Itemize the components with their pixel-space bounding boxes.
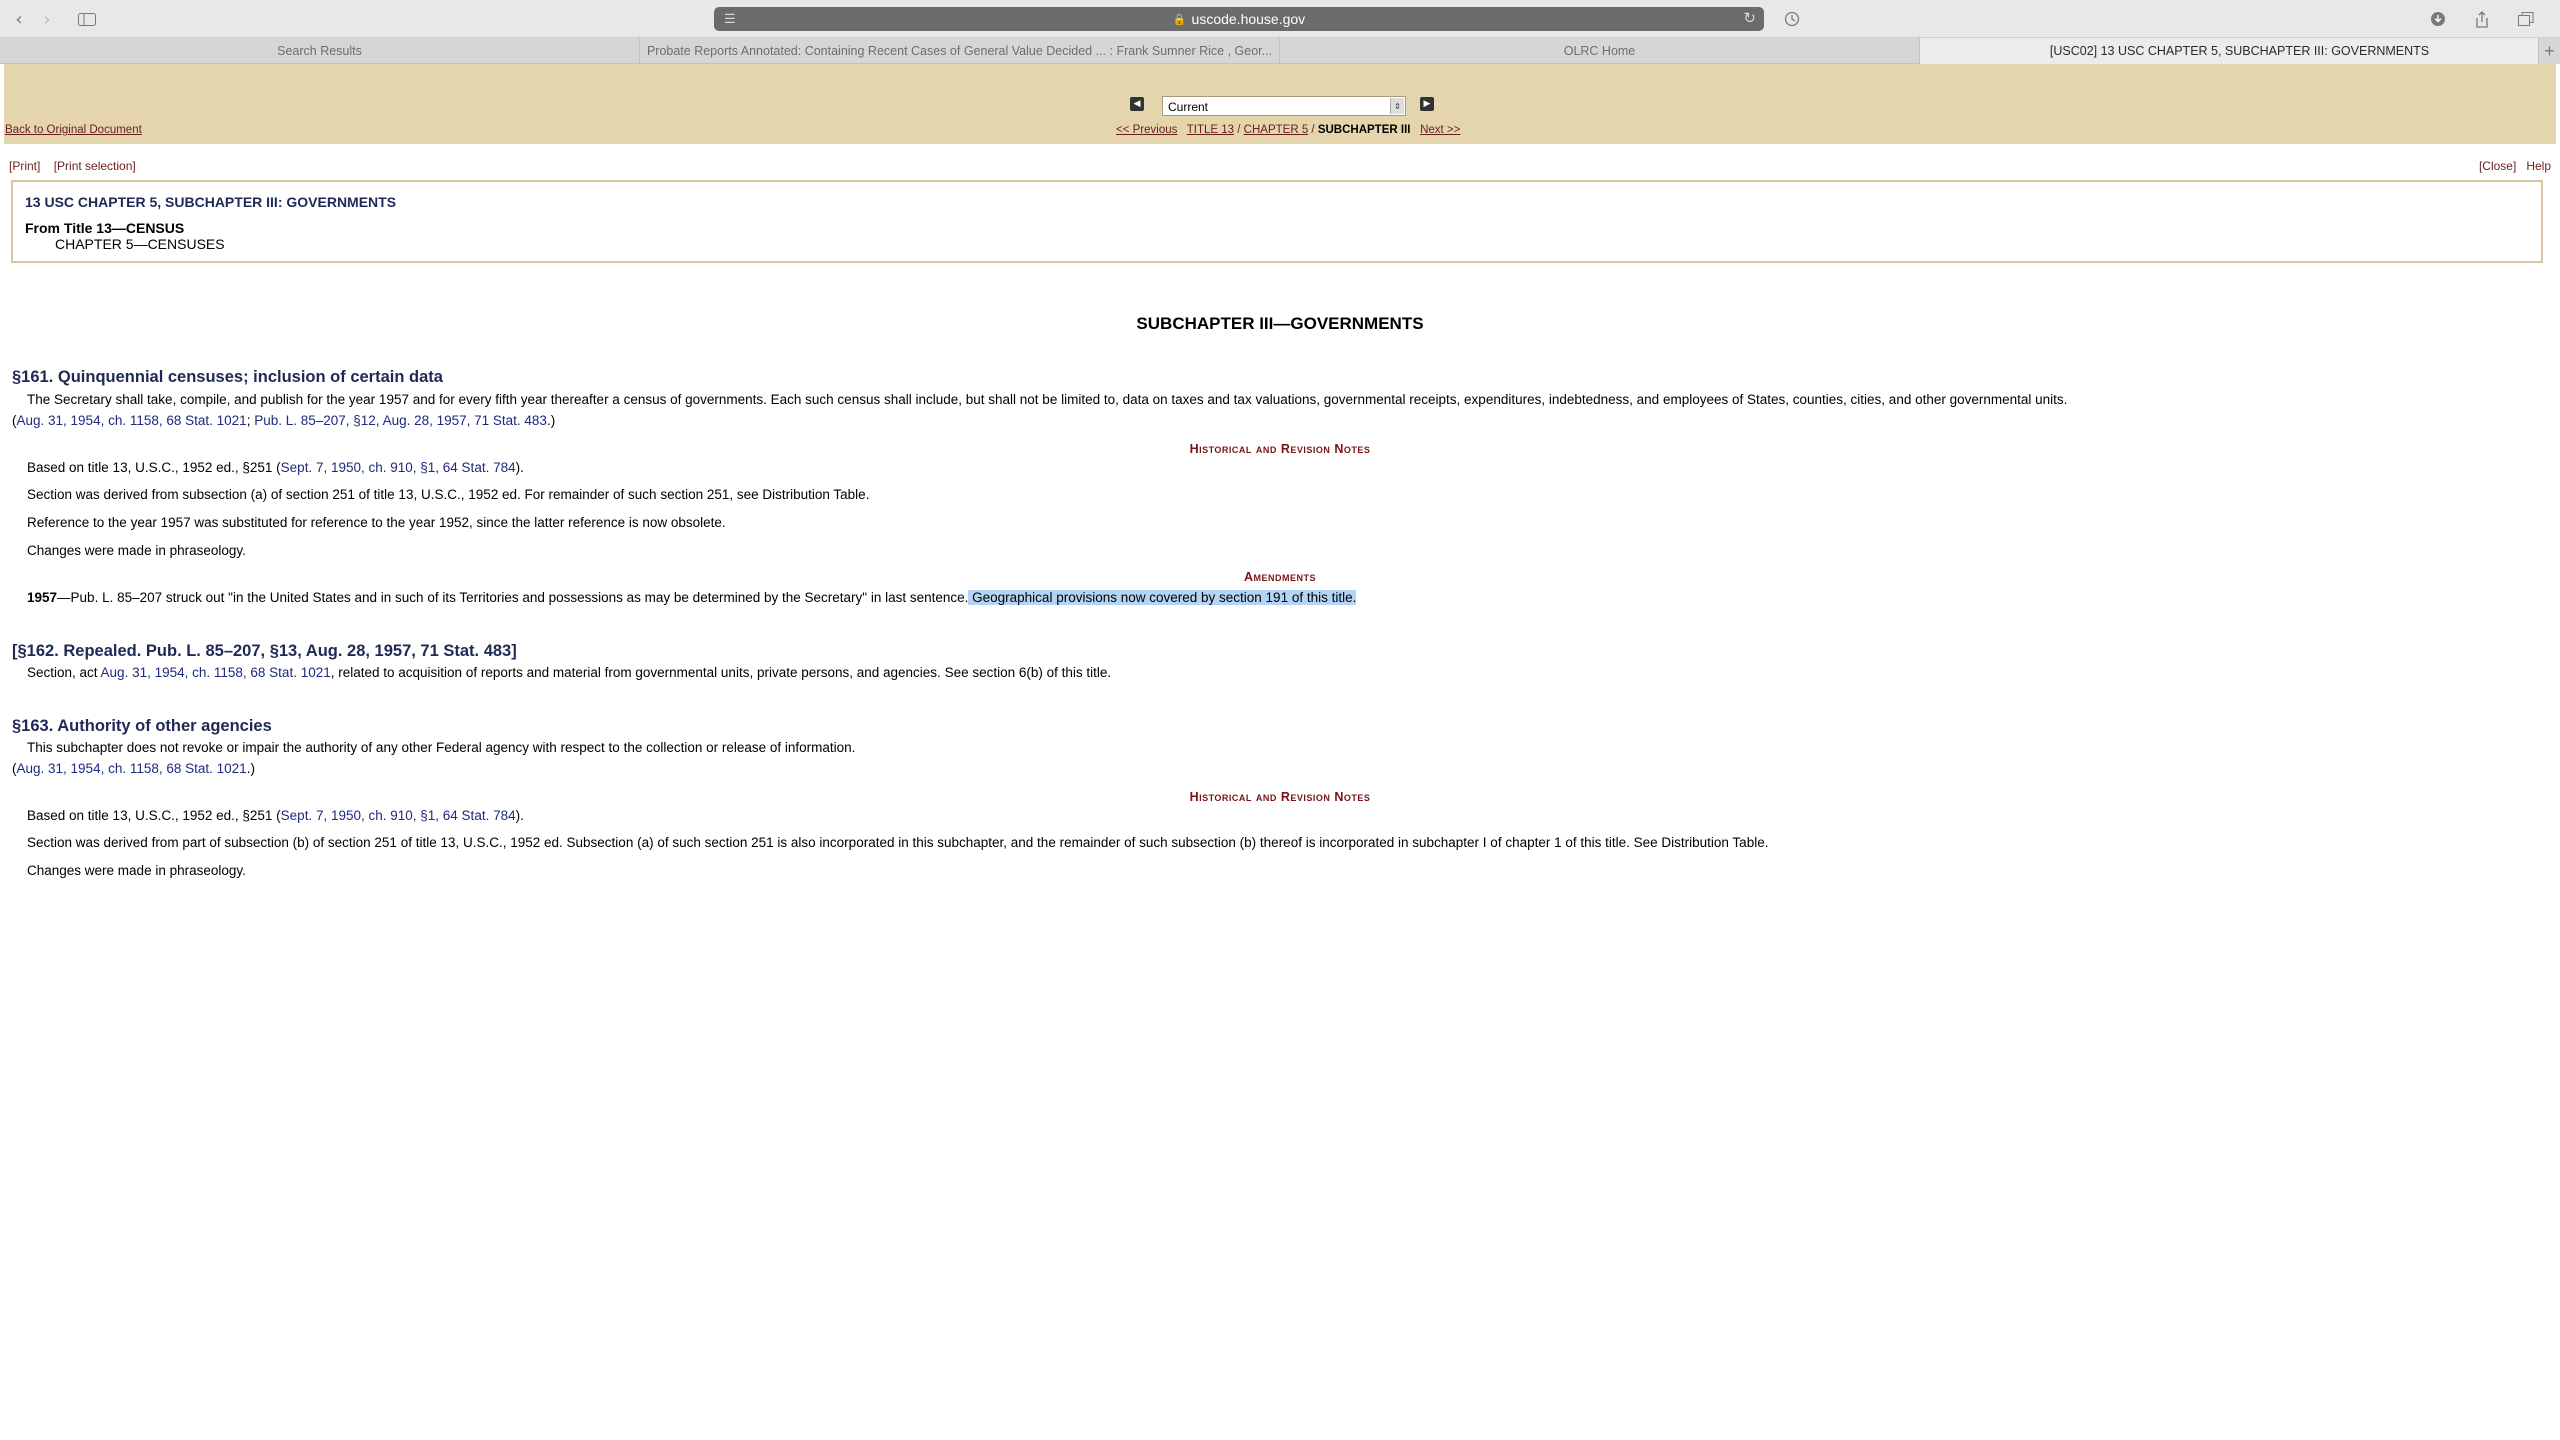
tab-olrc-home[interactable]: OLRC Home — [1280, 38, 1920, 64]
lock-icon: 🔒 — [1172, 12, 1187, 26]
section-163-text: This subchapter does not revoke or impai… — [27, 740, 856, 755]
section-163-citation: (Aug. 31, 1954, ch. 1158, 68 Stat. 1021.… — [12, 761, 255, 776]
citation-link[interactable]: Sept. 7, 1950, ch. 910, §1, 64 Stat. 784 — [281, 460, 516, 475]
text-selection-highlight: Geographical provisions now covered by s… — [968, 590, 1357, 605]
version-selector-group: ◀ Current ⇕ ▶ — [1130, 96, 1450, 116]
note-paragraph: Changes were made in phraseology. — [27, 543, 246, 558]
section-161-text: The Secretary shall take, compile, and p… — [27, 392, 2068, 407]
section-163-heading: §163. Authority of other agencies — [12, 717, 272, 735]
share-icon[interactable] — [2470, 8, 2494, 30]
note-paragraph: Reference to the year 1957 was substitut… — [27, 515, 726, 530]
forward-arrow-icon[interactable]: › — [36, 8, 58, 30]
section-161-citation: (Aug. 31, 1954, ch. 1158, 68 Stat. 1021;… — [12, 413, 556, 428]
print-selection-link[interactable]: [Print selection] — [54, 159, 136, 173]
subchapter-heading: SUBCHAPTER III—GOVERNMENTS — [1136, 314, 1424, 333]
next-link[interactable]: Next >> — [1420, 124, 1460, 136]
note-paragraph: Changes were made in phraseology. — [27, 863, 246, 878]
chapter-line: CHAPTER 5—CENSUSES — [55, 236, 225, 252]
help-link[interactable]: Help — [2526, 159, 2551, 173]
print-bar: [Print] [Print selection] [Close] Help — [4, 157, 2556, 173]
citation-link[interactable]: Aug. 31, 1954, ch. 1158, 68 Stat. 1021 — [17, 761, 247, 776]
tab-search-results[interactable]: Search Results — [0, 38, 640, 64]
tab-bar: Search Results Probate Reports Annotated… — [0, 38, 2560, 64]
next-version-arrow-icon[interactable]: ▶ — [1420, 97, 1434, 111]
reload-icon[interactable]: ↻ — [1743, 9, 1756, 27]
document-nav-header: Back to Original Document ◀ Current ⇕ ▶ … — [4, 64, 2556, 144]
breadcrumb-current: SUBCHAPTER III — [1317, 124, 1411, 136]
citation-link[interactable]: Aug. 31, 1954, ch. 1158, 68 Stat. 1021 — [17, 413, 247, 428]
version-select-value: Current — [1168, 100, 1209, 114]
citation-link[interactable]: Sept. 7, 1950, ch. 910, §1, 64 Stat. 784 — [281, 808, 516, 823]
url-text: uscode.house.gov — [1191, 11, 1306, 27]
document-info-box: 13 USC CHAPTER 5, SUBCHAPTER III: GOVERN… — [11, 180, 2543, 263]
note-paragraph: Section was derived from part of subsect… — [27, 835, 1769, 850]
reader-menu-icon[interactable]: ☰ — [724, 11, 736, 27]
back-arrow-icon[interactable]: ‹ — [8, 8, 30, 30]
note-paragraph: Based on title 13, U.S.C., 1952 ed., §25… — [27, 460, 524, 475]
breadcrumb-chapter[interactable]: CHAPTER 5 — [1244, 124, 1309, 136]
from-title: From Title 13—CENSUS — [25, 220, 185, 236]
print-link[interactable]: [Print] — [9, 159, 40, 173]
breadcrumb: << Previous TITLE 13 / CHAPTER 5 / SUBCH… — [1116, 124, 1461, 136]
note-paragraph: Based on title 13, U.S.C., 1952 ed., §25… — [27, 808, 524, 823]
browser-toolbar: ‹ › ☰ 🔒 uscode.house.gov ↻ — [0, 0, 2560, 38]
note-paragraph: Section was derived from subsection (a) … — [27, 487, 870, 502]
select-arrows-icon: ⇕ — [1390, 98, 1404, 114]
sidebar-toggle-icon[interactable] — [74, 8, 100, 30]
amendments-heading: Amendments — [1243, 570, 1317, 584]
tab-probate-reports[interactable]: Probate Reports Annotated: Containing Re… — [640, 38, 1280, 64]
breadcrumb-title[interactable]: TITLE 13 — [1187, 124, 1234, 136]
section-162-heading: [§162. Repealed. Pub. L. 85–207, §13, Au… — [12, 642, 517, 660]
document-heading: 13 USC CHAPTER 5, SUBCHAPTER III: GOVERN… — [25, 194, 397, 210]
download-icon[interactable] — [2426, 8, 2450, 30]
tabs-overview-icon[interactable] — [2514, 8, 2538, 30]
amendment-paragraph: 1957—Pub. L. 85–207 struck out "in the U… — [27, 590, 1357, 605]
citation-link[interactable]: Pub. L. 85–207, §12, Aug. 28, 1957, 71 S… — [254, 413, 547, 428]
address-bar[interactable]: ☰ 🔒 uscode.house.gov ↻ — [714, 7, 1764, 31]
historical-notes-heading: Historical and Revision Notes — [1189, 790, 1371, 804]
back-to-original-link[interactable]: Back to Original Document — [5, 124, 142, 136]
tab-usc-subchapter[interactable]: [USC02] 13 USC CHAPTER 5, SUBCHAPTER III… — [1920, 38, 2560, 64]
previous-link[interactable]: << Previous — [1116, 124, 1177, 136]
close-link[interactable]: [Close] — [2479, 159, 2516, 173]
citation-link[interactable]: Aug. 31, 1954, ch. 1158, 68 Stat. 1021 — [101, 665, 331, 680]
prev-version-arrow-icon[interactable]: ◀ — [1130, 97, 1144, 111]
historical-notes-heading: Historical and Revision Notes — [1189, 442, 1371, 456]
section-162-text: Section, act Aug. 31, 1954, ch. 1158, 68… — [27, 665, 1112, 680]
history-icon[interactable] — [1780, 8, 1804, 30]
version-select[interactable]: Current ⇕ — [1162, 96, 1406, 116]
section-161-heading: §161. Quinquennial censuses; inclusion o… — [12, 368, 443, 386]
new-tab-plus-icon[interactable]: + — [2538, 38, 2560, 64]
